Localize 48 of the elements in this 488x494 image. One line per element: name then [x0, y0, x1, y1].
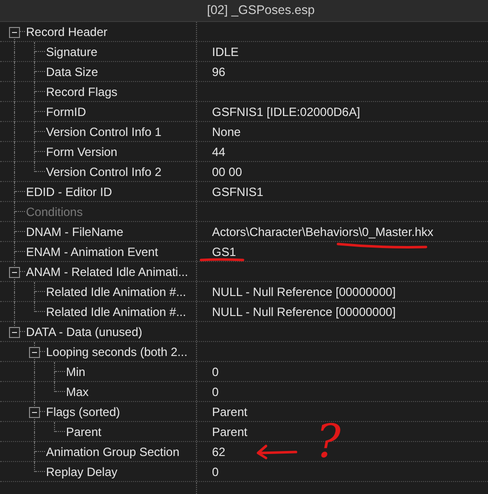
- field-value: 44: [212, 144, 226, 160]
- field-label[interactable]: ANAM - Related Idle Animati...: [26, 262, 188, 280]
- field-value: NULL - Null Reference [00000000]: [212, 304, 396, 320]
- field-label[interactable]: Data Size: [46, 62, 98, 80]
- field-label[interactable]: Record Flags: [46, 82, 118, 100]
- field-value: None: [212, 124, 241, 140]
- field-label[interactable]: Related Idle Animation #...: [46, 282, 186, 300]
- question-mark: ?: [316, 418, 341, 464]
- field-label[interactable]: Form Version: [46, 142, 118, 160]
- field-label[interactable]: ENAM - Animation Event: [26, 242, 158, 260]
- field-label[interactable]: Replay Delay: [46, 462, 118, 480]
- field-label[interactable]: Version Control Info 1: [46, 122, 162, 140]
- field-label[interactable]: Version Control Info 2: [46, 162, 162, 180]
- field-value: IDLE: [212, 44, 239, 60]
- field-label[interactable]: Record Header: [26, 22, 108, 40]
- field-value: GSFNIS1: [212, 184, 264, 200]
- field-label[interactable]: Max: [66, 382, 89, 400]
- field-value: 0: [212, 364, 219, 380]
- field-value: 0: [212, 464, 219, 480]
- collapse-toggle[interactable]: [29, 406, 40, 418]
- field-label[interactable]: EDID - Editor ID: [26, 182, 112, 200]
- field-value: 0: [212, 384, 219, 400]
- collapse-toggle[interactable]: [9, 326, 20, 338]
- field-value: 96: [212, 64, 226, 80]
- field-label[interactable]: Related Idle Animation #...: [46, 302, 186, 320]
- field-value: 00 00: [212, 164, 242, 180]
- field-label[interactable]: DNAM - FileName: [26, 222, 124, 240]
- field-value: Actors\Character\Behaviors\0_Master.hkx: [212, 224, 434, 240]
- field-value: Parent: [212, 424, 248, 440]
- field-value: Parent: [212, 404, 248, 420]
- field-value: GS1: [212, 244, 236, 260]
- hand-drawn-arrow: [254, 444, 298, 460]
- field-label[interactable]: Looping seconds (both 2...: [46, 342, 188, 360]
- field-label[interactable]: Signature: [46, 42, 98, 60]
- field-label[interactable]: Min: [66, 362, 86, 380]
- field-label[interactable]: Parent: [66, 422, 102, 440]
- field-label[interactable]: FormID: [46, 102, 86, 120]
- field-label[interactable]: DATA - Data (unused): [26, 322, 142, 340]
- collapse-toggle[interactable]: [29, 346, 40, 358]
- field-value: NULL - Null Reference [00000000]: [212, 284, 396, 300]
- field-label[interactable]: Flags (sorted): [46, 402, 120, 420]
- hand-drawn-underline: [199, 257, 245, 263]
- file-title: [02] _GSPoses.esp: [207, 2, 315, 20]
- field-label[interactable]: Animation Group Section: [46, 442, 180, 460]
- field-value: 62: [212, 444, 226, 460]
- collapse-toggle[interactable]: [9, 266, 20, 278]
- collapse-toggle[interactable]: [9, 26, 20, 38]
- field-value: GSFNIS1 [IDLE:02000D6A]: [212, 104, 360, 120]
